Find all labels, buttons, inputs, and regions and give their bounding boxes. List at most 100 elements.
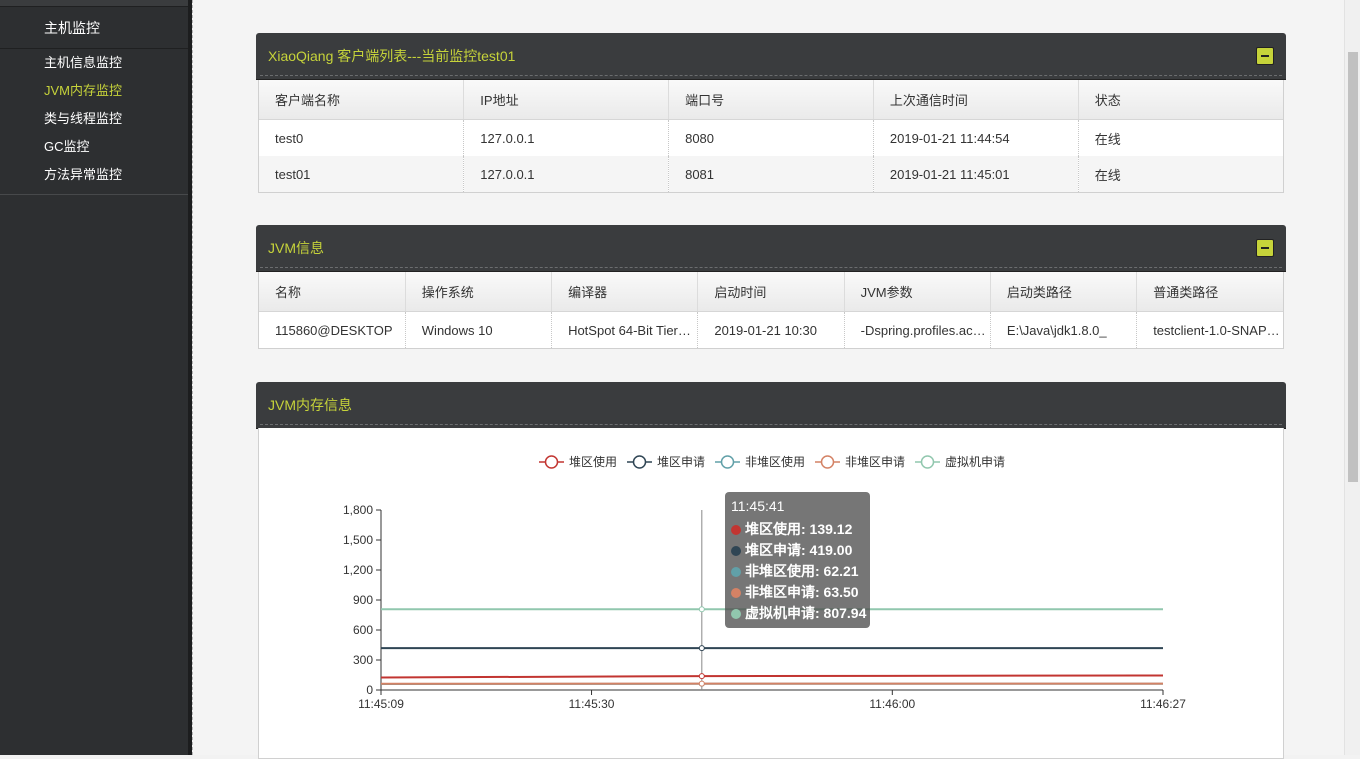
- table-row[interactable]: test01 127.0.0.1 8081 2019-01-21 11:45:0…: [259, 156, 1283, 192]
- col-header[interactable]: 上次通信时间: [873, 79, 1078, 120]
- jvm-info-panel: JVM信息 名称 操作系统 编译器 启动时间 JVM参数 启动类路径 普通类路径…: [256, 225, 1286, 349]
- col-header[interactable]: 操作系统: [405, 271, 551, 312]
- sidebar-item-class-thread[interactable]: 类与线程监控: [0, 106, 192, 134]
- collapse-icon[interactable]: [1256, 239, 1274, 257]
- sidebar-item-method-exception[interactable]: 方法异常监控: [0, 162, 192, 190]
- cell: 127.0.0.1: [464, 156, 669, 192]
- y-tick-label: 1,200: [343, 563, 373, 577]
- col-header[interactable]: JVM参数: [844, 271, 990, 312]
- cell: 在线: [1078, 120, 1283, 157]
- tooltip-value: 堆区申请: 419.00: [745, 542, 852, 558]
- hover-point: [699, 607, 704, 612]
- series-line: [381, 676, 1163, 678]
- vertical-scrollbar[interactable]: [1344, 0, 1360, 755]
- tooltip-row: 堆区使用: 139.12: [731, 519, 864, 540]
- x-tick-label: 11:46:00: [869, 697, 915, 711]
- series-dot-icon: [731, 567, 741, 577]
- y-tick-label: 900: [353, 593, 373, 607]
- jvm-table-wrap: 名称 操作系统 编译器 启动时间 JVM参数 启动类路径 普通类路径 11586…: [258, 271, 1284, 349]
- legend-label[interactable]: 非堆区申请: [845, 455, 905, 469]
- legend-marker-icon: [634, 456, 646, 468]
- col-header[interactable]: 客户端名称: [259, 79, 464, 120]
- legend-marker-icon: [546, 456, 558, 468]
- hover-point: [699, 674, 704, 679]
- cell: test0: [259, 120, 464, 157]
- legend-label[interactable]: 堆区申请: [657, 455, 705, 469]
- col-header[interactable]: 启动时间: [698, 271, 844, 312]
- cell: 在线: [1078, 156, 1283, 192]
- tooltip-row: 非堆区使用: 62.21: [731, 561, 864, 582]
- jvm-panel-title: JVM信息: [268, 225, 324, 271]
- cell: 2019-01-21 11:44:54: [873, 120, 1078, 157]
- legend-marker-icon: [822, 456, 834, 468]
- y-tick-label: 300: [353, 653, 373, 667]
- hover-point: [699, 681, 704, 686]
- collapse-icon[interactable]: [1256, 47, 1274, 65]
- table-row[interactable]: test0 127.0.0.1 8080 2019-01-21 11:44:54…: [259, 120, 1283, 157]
- cell: E:\Java\jdk1.8.0_: [990, 312, 1136, 349]
- sidebar-top-divider: [0, 0, 192, 7]
- col-header[interactable]: 编译器: [552, 271, 698, 312]
- sidebar-group-title[interactable]: 主机监控: [0, 9, 192, 49]
- legend-marker-icon: [922, 456, 934, 468]
- panel-header: JVM内存信息: [256, 382, 1286, 428]
- table-row[interactable]: 115860@DESKTOP Windows 10 HotSpot 64-Bit…: [259, 312, 1283, 349]
- cell: 115860@DESKTOP: [259, 312, 405, 349]
- sidebar-item-jvm-memory[interactable]: JVM内存监控: [0, 78, 192, 106]
- chart-tooltip: 11:45:41 堆区使用: 139.12 堆区申请: 419.00 非堆区使用…: [725, 492, 870, 628]
- y-tick-label: 0: [366, 683, 373, 697]
- panel-header: JVM信息: [256, 225, 1286, 271]
- cell: -Dspring.profiles.active: [844, 312, 990, 349]
- legend-marker-icon: [722, 456, 734, 468]
- memory-chart-area: 堆区使用 堆区申请 非堆区使用 非堆区申请 虚拟机申请 0 300 600 900 1,200 1,…: [258, 428, 1284, 759]
- cell: 2019-01-21 11:45:01: [873, 156, 1078, 192]
- series-dot-icon: [731, 525, 741, 535]
- series-dot-icon: [731, 588, 741, 598]
- cell: 8080: [669, 120, 874, 157]
- col-header[interactable]: 端口号: [669, 79, 874, 120]
- series-dot-icon: [731, 609, 741, 619]
- table-header-row: 客户端名称 IP地址 端口号 上次通信时间 状态: [259, 79, 1283, 120]
- col-header[interactable]: 状态: [1078, 79, 1283, 120]
- tooltip-row: 堆区申请: 419.00: [731, 540, 864, 561]
- sidebar-item-host-info[interactable]: 主机信息监控: [0, 50, 192, 78]
- sidebar-item-gc[interactable]: GC监控: [0, 134, 192, 162]
- table-header-row: 名称 操作系统 编译器 启动时间 JVM参数 启动类路径 普通类路径: [259, 271, 1283, 312]
- x-tick-label: 11:46:27: [1140, 697, 1186, 711]
- panel-header: XiaoQiang 客户端列表---当前监控test01: [256, 33, 1286, 79]
- x-tick-label: 11:45:30: [569, 697, 615, 711]
- tooltip-value: 非堆区使用: 62.21: [745, 563, 859, 579]
- cell: 127.0.0.1: [464, 120, 669, 157]
- client-table-wrap: 客户端名称 IP地址 端口号 上次通信时间 状态 test0 127.0.0.1…: [258, 79, 1284, 193]
- legend-label[interactable]: 堆区使用: [569, 454, 617, 469]
- legend-label[interactable]: 非堆区使用: [745, 454, 805, 469]
- jvm-memory-panel: JVM内存信息 堆区使用 堆区申请 非堆区使用 非堆区申请 虚拟机申请 0 300 600 90…: [256, 382, 1286, 759]
- tooltip-row: 虚拟机申请: 807.94: [731, 603, 864, 624]
- client-list-panel: XiaoQiang 客户端列表---当前监控test01 客户端名称 IP地址 …: [256, 33, 1286, 193]
- series-dot-icon: [731, 546, 741, 556]
- cell: HotSpot 64-Bit Tiered Compilers: [552, 312, 698, 349]
- y-tick-label: 1,500: [343, 533, 373, 547]
- jvm-table: 名称 操作系统 编译器 启动时间 JVM参数 启动类路径 普通类路径 11586…: [259, 271, 1283, 348]
- cell: testclient-1.0-SNAPSHOT: [1137, 312, 1283, 349]
- y-tick-label: 600: [353, 623, 373, 637]
- x-tick-label: 11:45:09: [358, 697, 404, 711]
- cell: 2019-01-21 10:30: [698, 312, 844, 349]
- col-header[interactable]: 启动类路径: [990, 271, 1136, 312]
- col-header[interactable]: 名称: [259, 271, 405, 312]
- legend-label[interactable]: 虚拟机申请: [945, 455, 1005, 469]
- col-header[interactable]: IP地址: [464, 79, 669, 120]
- y-tick-label: 1,800: [343, 503, 373, 517]
- memory-panel-title: JVM内存信息: [268, 382, 352, 428]
- tooltip-value: 虚拟机申请: 807.94: [745, 605, 866, 621]
- tooltip-value: 非堆区申请: 63.50: [745, 584, 859, 600]
- cell: 8081: [669, 156, 874, 192]
- hover-point: [699, 646, 704, 651]
- col-header[interactable]: 普通类路径: [1137, 271, 1283, 312]
- sidebar: 主机监控 主机信息监控 JVM内存监控 类与线程监控 GC监控 方法异常监控: [0, 0, 192, 755]
- sidebar-menu: 主机信息监控 JVM内存监控 类与线程监控 GC监控 方法异常监控: [0, 50, 192, 195]
- cell: Windows 10: [405, 312, 551, 349]
- scrollbar-thumb[interactable]: [1348, 52, 1358, 482]
- client-table: 客户端名称 IP地址 端口号 上次通信时间 状态 test0 127.0.0.1…: [259, 79, 1283, 192]
- tooltip-row: 非堆区申请: 63.50: [731, 582, 864, 603]
